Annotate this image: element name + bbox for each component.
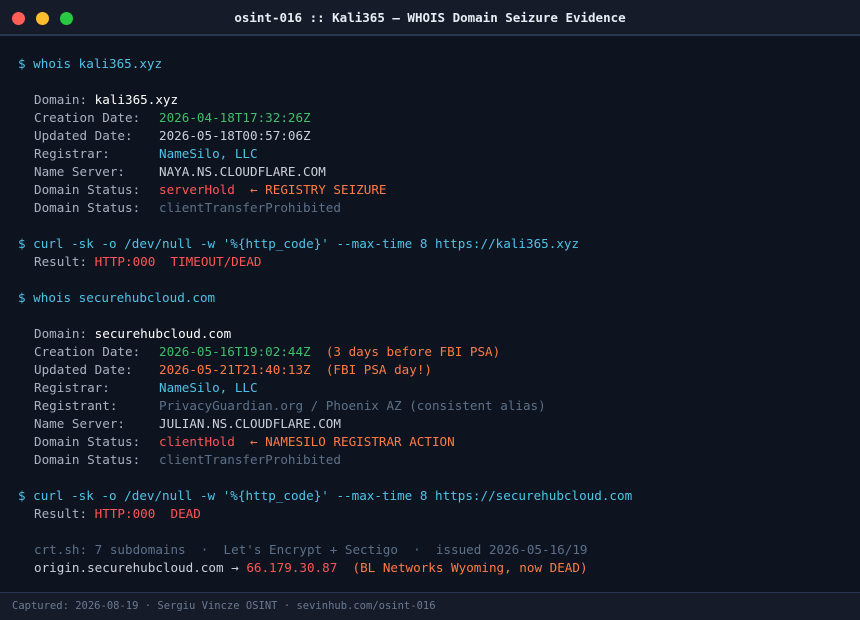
status-label: Domain Status: <box>34 200 141 215</box>
registrar-label: Registrar: <box>34 380 110 395</box>
creation-label: Creation Date: <box>34 344 141 359</box>
updated-note: (FBI PSA day!) <box>325 362 432 377</box>
whois-updated-row: Updated Date: 2026-05-21T21:40:13Z (FBI P… <box>18 361 850 379</box>
command-line: $ curl -sk -o /dev/null -w '%{http_code}… <box>18 236 580 251</box>
status-label: Domain Status: <box>34 434 141 449</box>
whois-status-row: Domain Status: clientTransferProhibited <box>18 199 850 217</box>
whois-status-row: Domain Status: clientTransferProhibited <box>18 451 850 469</box>
domain-value: kali365.xyz <box>94 92 179 107</box>
result-label: Result: <box>34 506 88 521</box>
curl-result-row: Result: HTTP:000 DEAD <box>18 505 850 523</box>
terminal-output[interactable]: $ whois kali365.xyz Domain: kali365.xyz … <box>18 55 850 577</box>
result-note: DEAD <box>170 506 201 521</box>
whois-registrar-row: Registrar: NameSilo, LLC <box>18 379 850 397</box>
domain-value: securehubcloud.com <box>94 326 232 341</box>
command-line: $ curl -sk -o /dev/null -w '%{http_code}… <box>18 488 633 503</box>
status-value: serverHold <box>159 182 235 197</box>
whois-updated-row: Updated Date: 2026-05-18T00:57:06Z <box>18 127 850 145</box>
window-titlebar: osint-016 :: Kali365 — WHOIS Domain Seiz… <box>0 0 860 36</box>
whois-registrant-row: Registrant: PrivacyGuardian.org / Phoenix… <box>18 397 850 415</box>
creation-value: 2026-04-18T17:32:26Z <box>159 110 311 125</box>
domain-label: Domain: <box>34 92 88 107</box>
status-label: Domain Status: <box>34 452 141 467</box>
registrar-label: Registrar: <box>34 146 110 161</box>
registrant-value: PrivacyGuardian.org / Phoenix AZ (consis… <box>159 398 546 413</box>
crt-summary-line: crt.sh: 7 subdomains · Let's Encrypt + S… <box>34 542 588 557</box>
whois-domain-row: Domain: kali365.xyz <box>18 91 850 109</box>
capture-credit: Captured: 2026-08-19 · Sergiu Vincze OSI… <box>12 600 436 612</box>
creation-note: (3 days before FBI PSA) <box>325 344 501 359</box>
result-code: HTTP:000 <box>94 254 156 269</box>
whois-registrar-row: Registrar: NameSilo, LLC <box>18 145 850 163</box>
origin-line: origin.securehubcloud.com → 66.179.30.87… <box>18 559 850 577</box>
registrar-value: NameSilo, LLC <box>159 380 258 395</box>
updated-label: Updated Date: <box>34 362 133 377</box>
whois-creation-row: Creation Date: 2026-05-16T19:02:44Z (3 da… <box>18 343 850 361</box>
domain-label: Domain: <box>34 326 88 341</box>
result-code: HTTP:000 <box>94 506 156 521</box>
status-value: clientHold <box>159 434 235 449</box>
registrant-label: Registrant: <box>34 398 118 413</box>
status-value: clientTransferProhibited <box>159 452 341 467</box>
command-line: $ whois securehubcloud.com <box>18 290 216 305</box>
status-note: ← NAMESILO REGISTRAR ACTION <box>250 434 455 449</box>
nameserver-value: JULIAN.NS.CLOUDFLARE.COM <box>159 416 341 431</box>
result-label: Result: <box>34 254 88 269</box>
result-note: TIMEOUT/DEAD <box>170 254 262 269</box>
status-value: clientTransferProhibited <box>159 200 341 215</box>
whois-domain-row: Domain: securehubcloud.com <box>18 325 850 343</box>
status-note: ← REGISTRY SEIZURE <box>250 182 387 197</box>
nameserver-label: Name Server: <box>34 164 125 179</box>
curl-result-row: Result: HTTP:000 TIMEOUT/DEAD <box>18 253 850 271</box>
updated-label: Updated Date: <box>34 128 133 143</box>
command-line: $ whois kali365.xyz <box>18 56 163 71</box>
nameserver-value: NAYA.NS.CLOUDFLARE.COM <box>159 164 326 179</box>
window-title: osint-016 :: Kali365 — WHOIS Domain Seiz… <box>234 10 626 25</box>
status-footer: Captured: 2026-08-19 · Sergiu Vincze OSI… <box>0 592 860 620</box>
status-label: Domain Status: <box>34 182 141 197</box>
whois-status-row: Domain Status: serverHold ← REGISTRY SEIZ… <box>18 181 850 199</box>
whois-nameserver-row: Name Server: NAYA.NS.CLOUDFLARE.COM <box>18 163 850 181</box>
nameserver-label: Name Server: <box>34 416 125 431</box>
origin-note: (BL Networks Wyoming, now DEAD) <box>352 560 588 575</box>
updated-value: 2026-05-21T21:40:13Z <box>159 362 311 377</box>
whois-nameserver-row: Name Server: JULIAN.NS.CLOUDFLARE.COM <box>18 415 850 433</box>
origin-ip: 66.179.30.87 <box>246 560 338 575</box>
whois-creation-row: Creation Date: 2026-04-18T17:32:26Z <box>18 109 850 127</box>
origin-host: origin.securehubcloud.com → <box>34 560 239 575</box>
creation-label: Creation Date: <box>34 110 141 125</box>
registrar-value: NameSilo, LLC <box>159 146 258 161</box>
creation-value: 2026-05-16T19:02:44Z <box>159 344 311 359</box>
updated-value: 2026-05-18T00:57:06Z <box>159 128 311 143</box>
whois-status-row: Domain Status: clientHold ← NAMESILO REGI… <box>18 433 850 451</box>
